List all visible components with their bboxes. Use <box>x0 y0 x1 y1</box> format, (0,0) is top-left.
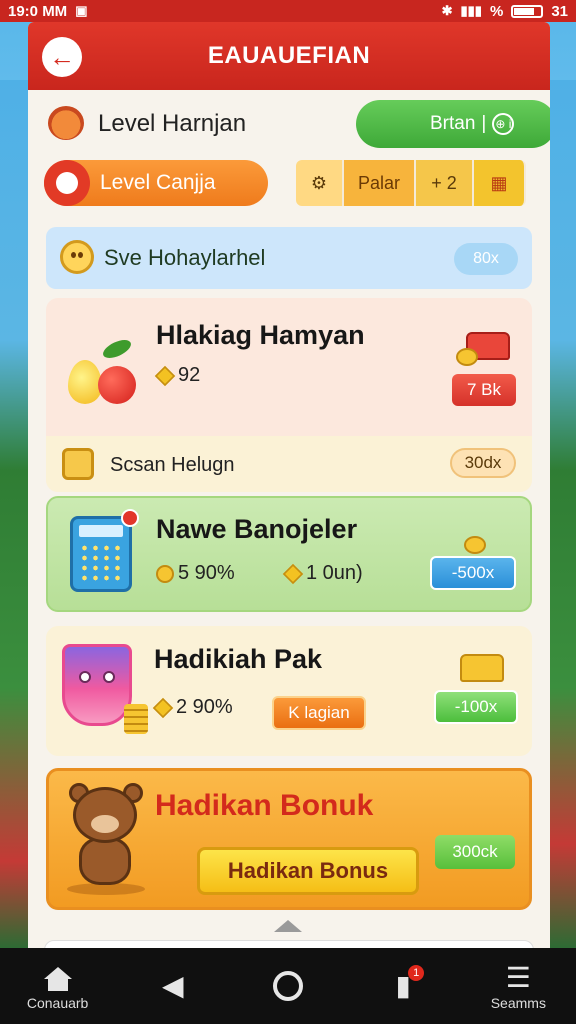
battery-icon <box>511 4 544 18</box>
card-sub: 2 90% <box>152 696 233 719</box>
menu-icon: ☰ <box>505 962 531 993</box>
status-time: 19:0 MM <box>8 2 68 20</box>
offer-card-mask[interactable]: Hadikiah Pak 2 90% K lagian -100x <box>46 626 532 756</box>
card-sub-1: 5 90% <box>156 562 235 585</box>
circle-home-icon <box>272 971 303 1001</box>
notification-badge: 1 <box>408 965 425 981</box>
lagian-button[interactable]: K lagian <box>272 696 366 730</box>
card-sub-value: 2 90% <box>176 696 233 718</box>
info-banner[interactable]: Sve Hohaylarhel 80x <box>46 227 532 289</box>
content-area: Sve Hohaylarhel 80x Hlakiag Hamyan 92 7 … <box>28 22 550 980</box>
back-triangle-icon: ◀ <box>162 970 184 1001</box>
card-title: Hlakiag Hamyan <box>156 320 365 350</box>
card-sub-2: 1 0un) <box>282 562 363 585</box>
gem-icon <box>282 563 304 584</box>
gold-bars-icon <box>450 648 508 688</box>
bonus-title: Hadikan Bonuk <box>155 789 374 822</box>
nav-menu-label: Seamms <box>490 995 546 1011</box>
card-title: Hadikiah Pak <box>154 644 323 674</box>
nav-circle[interactable] <box>243 971 333 1001</box>
smiley-icon <box>60 240 94 274</box>
nav-bookmark[interactable]: ▮ 1 <box>358 965 448 1003</box>
bonus-button[interactable]: Hadikan Bonus <box>197 847 419 895</box>
card-sub-value: 92 <box>178 364 201 386</box>
gem-icon <box>152 697 174 718</box>
price-badge[interactable]: -500x <box>430 556 516 590</box>
bluetooth-icon: ✱ <box>441 3 453 18</box>
nav-back[interactable]: ◀ <box>128 969 218 1003</box>
card-lower-row: Scsan Helugn 30dx <box>46 436 532 492</box>
price-badge[interactable]: -100x <box>434 690 518 724</box>
nav-home-label: Conauarb <box>26 995 89 1011</box>
nav-home[interactable]: Conauarb <box>13 961 103 1011</box>
home-icon <box>43 967 72 991</box>
nav-menu[interactable]: ☰ Seamms <box>473 961 563 1011</box>
card-sub-2-value: 1 0un) <box>306 562 363 584</box>
nav-bar: Conauarb ◀ ▮ 1 ☰ Seamms <box>0 948 576 1024</box>
card-sub: 92 <box>154 364 201 387</box>
status-bar: 19:0 MM ▣ ✱ ▮▮▮ % 31 <box>0 0 576 22</box>
treasure-icon <box>456 326 514 366</box>
row-text: Scsan Helugn <box>110 454 235 476</box>
info-badge: 80x <box>454 243 518 275</box>
coin-stack-icon <box>124 704 148 734</box>
bonus-card[interactable]: Hadikan Bonuk Hadikan Bonus 300ck <box>46 768 532 910</box>
offer-card-calculator[interactable]: Nawe Banojeler 5 90% 1 0un) -500x <box>46 496 532 612</box>
coin-icon <box>156 564 174 583</box>
scenery-left <box>0 80 30 948</box>
scroll-up-icon[interactable] <box>274 920 302 932</box>
coin-icon <box>154 365 176 386</box>
cherry-icon <box>68 336 138 408</box>
row-badge[interactable]: 30dx <box>450 448 516 478</box>
gold-stack-icon <box>444 514 502 554</box>
offer-card-cherry[interactable]: Hlakiag Hamyan 92 7 Bk Scsan Helugn 30dx <box>46 298 532 492</box>
card-sub-1-value: 5 90% <box>178 562 235 584</box>
notification-icon: ▣ <box>75 3 88 18</box>
calculator-icon <box>70 509 139 592</box>
scenery-right <box>546 80 576 948</box>
signal-icon: ▮▮▮ <box>460 3 482 18</box>
face-icon <box>62 448 94 480</box>
bonus-badge[interactable]: 300ck <box>435 835 515 869</box>
card-title: Nawe Banojeler <box>156 514 358 544</box>
status-right-text: 31 <box>551 2 568 20</box>
mask-icon <box>62 644 132 726</box>
info-text: Sve Hohaylarhel <box>104 245 266 270</box>
price-badge[interactable]: 7 Bk <box>452 374 516 406</box>
battery-text: % <box>489 2 504 20</box>
bear-mascot-icon <box>65 783 147 895</box>
